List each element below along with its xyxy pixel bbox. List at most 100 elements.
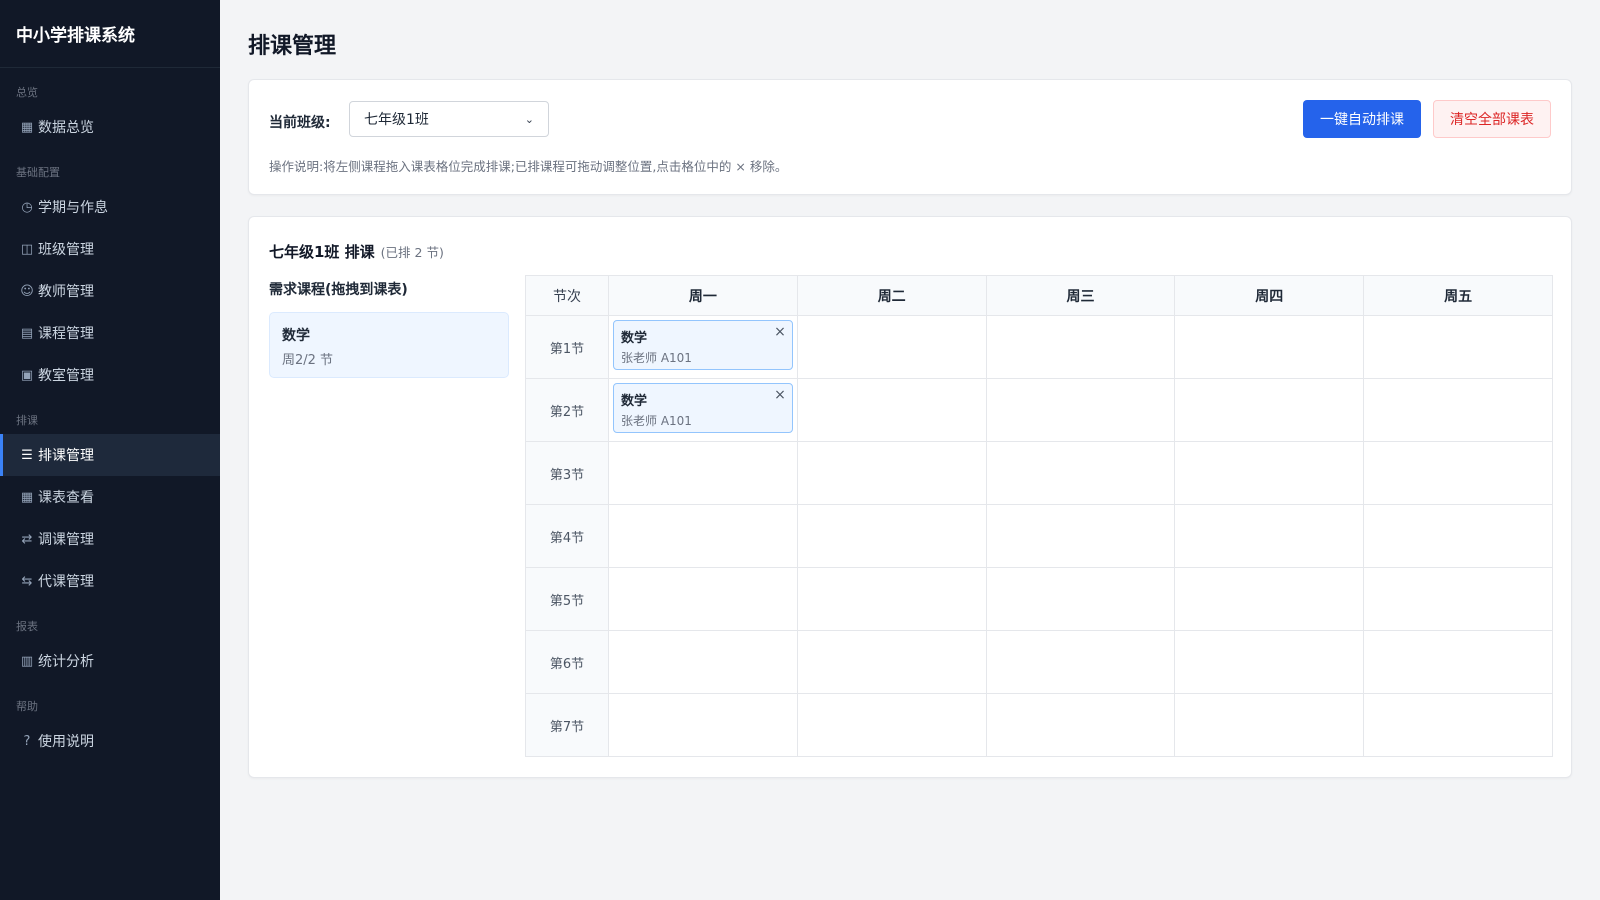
schedule-title-text: 七年级1班 排课 [269,243,375,261]
sidebar-item-使用说明[interactable]: ? 使用说明 [0,720,220,762]
nav-group-title: 总览 [16,86,38,99]
sidebar-item-代课管理[interactable]: ⇆ 代课管理 [0,560,220,602]
timetable-cell[interactable] [1363,567,1553,631]
timetable-cell[interactable]: 数学 张老师 A101 × [608,315,798,379]
period-label: 第2节 [525,378,609,442]
timetable-cell[interactable]: 数学张老师 A101 × [608,378,798,442]
timetable-cell[interactable] [985,630,1176,694]
sidebar-item-课程管理[interactable]: ▤ 课程管理 [0,312,220,354]
sidebar-item-label: 排课管理 [38,448,94,464]
timetable-cell[interactable] [608,567,798,631]
timetable-cell[interactable] [1174,315,1365,379]
timetable-cell[interactable] [1174,630,1365,694]
timetable-cell[interactable] [796,693,987,757]
sidebar-item-label: 数据总览 [38,120,94,136]
nav-icon: ☺ [20,283,34,299]
period-label: 第6节 [525,630,609,694]
nav-icon: ◫ [20,241,34,257]
timetable-cell[interactable] [985,441,1176,505]
sidebar-item-label: 学期与作息 [38,200,108,216]
timetable-cell[interactable] [1174,441,1365,505]
timetable-cell[interactable] [985,693,1176,757]
nav-group-title: 排课 [16,414,38,427]
timetable-cell[interactable] [1363,378,1553,442]
timetable-cell[interactable] [985,378,1176,442]
timetable-row: 第4节 [525,504,1553,568]
timetable-cell[interactable] [796,315,987,379]
timetable-row: 第7节 [525,693,1553,757]
timetable-cell[interactable] [796,378,987,442]
day-header: 周四 [1174,275,1365,316]
sidebar-item-label: 课表查看 [38,490,94,506]
timetable-row: 第1节 数学 张老师 A101 × [525,315,1553,379]
nav-icon: ⇄ [21,531,33,547]
timetable-cell[interactable] [608,504,798,568]
sidebar-item-教室管理[interactable]: ▣ 教室管理 [0,354,220,396]
operation-hint: 操作说明:将左侧课程拖入课表格位完成排课;已排课程可拖动调整位置,点击格位中的 … [269,159,788,174]
period-label: 第1节 [525,315,609,379]
close-icon[interactable]: × [774,324,786,340]
timetable-grid: 节次 周一 周二 周三 周四 周五 第1节 数学 张老师 A101 × 第2节 数学 张老师 A10… [525,275,1553,757]
schedule-title: 七年级1班 排课 (已排 2 节) [269,241,444,262]
sidebar-item-label: 课程管理 [38,326,94,342]
timetable-cell[interactable] [985,504,1176,568]
timetable-cell[interactable] [608,441,798,505]
timetable-cell[interactable] [1174,693,1365,757]
sidebar-item-班级管理[interactable]: ◫ 班级管理 [0,228,220,270]
nav-icon: ☰ [21,447,33,463]
timetable-cell[interactable] [796,441,987,505]
timetable-cell[interactable] [796,630,987,694]
timetable-cell[interactable] [1363,315,1553,379]
day-header: 周一 [608,275,798,316]
clear-schedule-button[interactable]: 清空全部课表 [1433,100,1551,138]
timetable-cell[interactable] [1174,378,1365,442]
nav-icon: ▣ [20,367,34,383]
timetable-body: 第1节 数学 张老师 A101 × 第2节 数学 张老师 A101 × 第3节 第4节 第5节 第6节… [525,315,1553,757]
timetable-cell[interactable] [1174,504,1365,568]
timetable-row: 第2节 数学张老师 A101 × [525,378,1553,442]
main-content: 排课管理 当前班级: 七年级1班 ⌄ 一键自动排课 清空全部课表 操作说明:将左… [220,0,1600,900]
sidebar-item-学期与作息[interactable]: ◷ 学期与作息 [0,186,220,228]
timetable-cell[interactable] [1363,441,1553,505]
close-icon[interactable]: × [774,387,786,403]
day-header: 周五 [1363,275,1553,316]
nav-icon: ? [23,733,31,749]
sidebar-item-label: 调课管理 [38,532,94,548]
nav-group-title: 帮助 [16,700,38,713]
sidebar-item-排课管理[interactable]: ☰ 排课管理 [0,434,220,476]
nav-group-title: 报表 [16,620,38,633]
sidebar-item-教师管理[interactable]: ☺ 教师管理 [0,270,220,312]
timetable-cell[interactable] [985,315,1176,379]
timetable-cell[interactable] [1363,504,1553,568]
scheduled-lesson[interactable]: 数学张老师 A101 × [613,383,793,433]
requirement-course-card[interactable]: 数学 周2/2 节 [269,312,509,378]
timetable-cell[interactable] [608,630,798,694]
timetable-cell[interactable] [1363,630,1553,694]
timetable-cell[interactable] [796,504,987,568]
timetable-row: 第3节 [525,441,1553,505]
timetable-cell[interactable] [1174,567,1365,631]
requirement-course-detail: 周2/2 节 [282,353,334,368]
sidebar-item-数据总览[interactable]: ▦ 数据总览 [0,106,220,148]
timetable-cell[interactable] [796,567,987,631]
timetable-cell[interactable] [985,567,1176,631]
auto-schedule-button[interactable]: 一键自动排课 [1303,100,1421,138]
app-title: 中小学排课系统 [0,0,220,68]
timetable-cell[interactable] [608,693,798,757]
lesson-name: 数学 [621,394,648,409]
schedule-count: (已排 2 节) [380,245,444,260]
period-label: 第4节 [525,504,609,568]
lesson-detail: 张老师 A101 [621,414,692,428]
timetable-cell[interactable] [1363,693,1553,757]
class-select[interactable]: 七年级1班 ⌄ [349,101,549,137]
sidebar-item-label: 班级管理 [38,242,94,258]
lesson-detail: 张老师 A101 [621,351,692,365]
toolbar-card: 当前班级: 七年级1班 ⌄ 一键自动排课 清空全部课表 操作说明:将左侧课程拖入… [248,79,1572,195]
scheduled-lesson[interactable]: 数学 张老师 A101 × [613,320,793,370]
nav-icon: ⇆ [21,573,33,589]
sidebar: 中小学排课系统 总览 ▦ 数据总览 基础配置 ◷ 学期与作息 ◫ 班级管理 ☺ 教师管理 ▤ 课程管理… [0,0,220,900]
class-select-value: 七年级1班 [364,112,429,128]
sidebar-item-调课管理[interactable]: ⇄ 调课管理 [0,518,220,560]
sidebar-item-统计分析[interactable]: ▥ 统计分析 [0,640,220,682]
sidebar-item-课表查看[interactable]: ▦ 课表查看 [0,476,220,518]
